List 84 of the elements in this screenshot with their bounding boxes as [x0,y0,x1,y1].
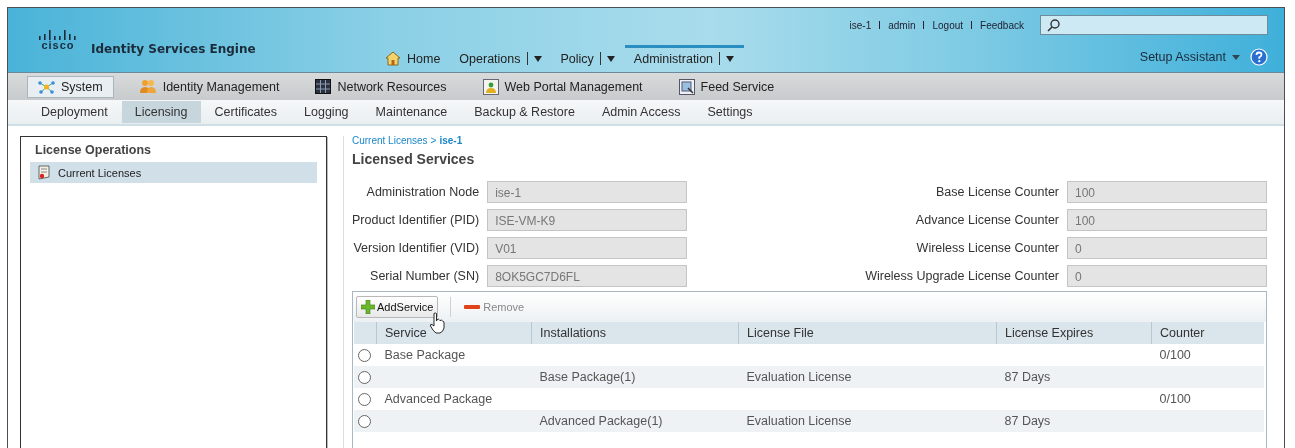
portal-icon [482,78,499,95]
input-field[interactable]: 100 [1067,181,1267,203]
breadcrumb-separator: > [430,135,437,146]
nav-tab[interactable]: Administration [624,45,745,69]
sidebar-title: License Operations [34,142,152,159]
input-field[interactable]: V01 [487,237,688,259]
radio-button[interactable] [358,348,371,362]
caret-icon [1232,54,1240,60]
caret-icon [606,55,615,62]
sub-nav-tab[interactable]: Admin Access [588,101,694,123]
table-cell: 87 Days [1004,414,1051,428]
home-icon [385,51,401,66]
network-icon [38,79,55,94]
field-label: Wireless License Counter [916,241,1059,255]
table-cell: 0/100 [1159,392,1191,406]
field-label: Base License Counter [936,185,1059,199]
table-cell: 87 Days [1004,370,1051,384]
setup-assistant-menu[interactable]: Setup Assistant [1139,50,1240,64]
nav-tab[interactable]: Policy [551,45,625,69]
column-header: License File [738,322,997,344]
table-cell: Evaluation License [746,370,852,384]
caret-icon [726,55,735,62]
menu-tab[interactable]: Feed Service [667,74,786,99]
sub-nav-tab[interactable]: Maintenance [362,101,461,123]
sub-nav-tab[interactable]: Deployment [28,101,121,123]
product-title: Identity Services Engine [91,42,256,56]
search-icon [1047,18,1060,32]
column-header: License Expires [996,322,1152,344]
certificate-icon [36,165,52,180]
sub-nav-tab[interactable]: Certificates [201,101,291,123]
input-field[interactable]: 0 [1067,237,1267,259]
nav-tab[interactable]: Operations [450,45,552,69]
radio-button[interactable] [358,370,371,384]
sidebar-item[interactable]: Current Licenses [30,162,317,183]
breadcrumb-link[interactable]: Current Licenses [352,135,428,146]
search-field[interactable] [1040,15,1268,35]
server-rack-icon [315,79,332,94]
nav-tab[interactable]: Home [376,45,451,69]
column-header: Service [376,322,532,344]
table-cell: Base Package [384,348,466,362]
minus-icon [464,305,481,309]
table-cell: Base Package(1) [539,370,636,384]
sub-nav-tab[interactable]: Settings [694,101,766,123]
input-field[interactable]: 8OK5GC7D6FL [487,265,688,287]
table-cell: 0/100 [1159,348,1191,362]
logo-text: cisco [41,40,75,51]
table-cell: Advanced Package [384,392,493,406]
input-field[interactable]: 0 [1067,265,1267,287]
header-link[interactable]: Feedback [980,19,1024,31]
sub-nav-tab[interactable]: Logging [291,101,362,123]
input-field[interactable]: 100 [1067,209,1267,231]
logo-bars-icon [38,28,78,40]
caret-icon [533,55,542,62]
menu-tab[interactable]: System [27,75,114,98]
input-field[interactable]: ISE-VM-K9 [487,209,688,231]
header-link[interactable]: Logout [932,19,964,31]
header-link[interactable]: ise-1 [849,19,872,31]
feed-icon [678,78,695,95]
table-cell: Advanced Package(1) [539,414,663,428]
page-title: Licensed Services [352,151,476,167]
table-cell: Evaluation License [746,414,852,428]
sub-nav-tab[interactable]: Licensing [121,101,201,123]
sub-nav-tab[interactable]: Backup & Restore [461,101,588,123]
help-icon[interactable] [1250,48,1268,66]
add-service-button[interactable]: AddService [356,296,439,318]
header-link[interactable]: admin [888,19,916,31]
plus-icon [361,300,375,314]
field-label: Administration Node [366,185,480,199]
column-header: Counter [1151,322,1264,344]
breadcrumb-current: ise-1 [439,135,463,146]
column-header: Installations [531,322,739,344]
users-icon [138,79,157,94]
field-label: Wireless Upgrade License Counter [865,269,1059,283]
hand-cursor-icon [429,312,445,334]
field-label: Product Identifier (PID) [352,213,480,227]
input-field[interactable]: ise-1 [487,181,688,203]
radio-button[interactable] [358,392,371,406]
field-label: Serial Number (SN) [370,269,480,283]
menu-tab[interactable]: Network Resources [304,75,458,98]
radio-button[interactable] [358,414,371,428]
field-label: Version Identifier (VID) [353,241,480,255]
menu-tab[interactable]: Web Portal Management [471,74,654,99]
field-label: Advance License Counter [915,213,1059,227]
menu-tab[interactable]: Identity Management [127,75,291,98]
